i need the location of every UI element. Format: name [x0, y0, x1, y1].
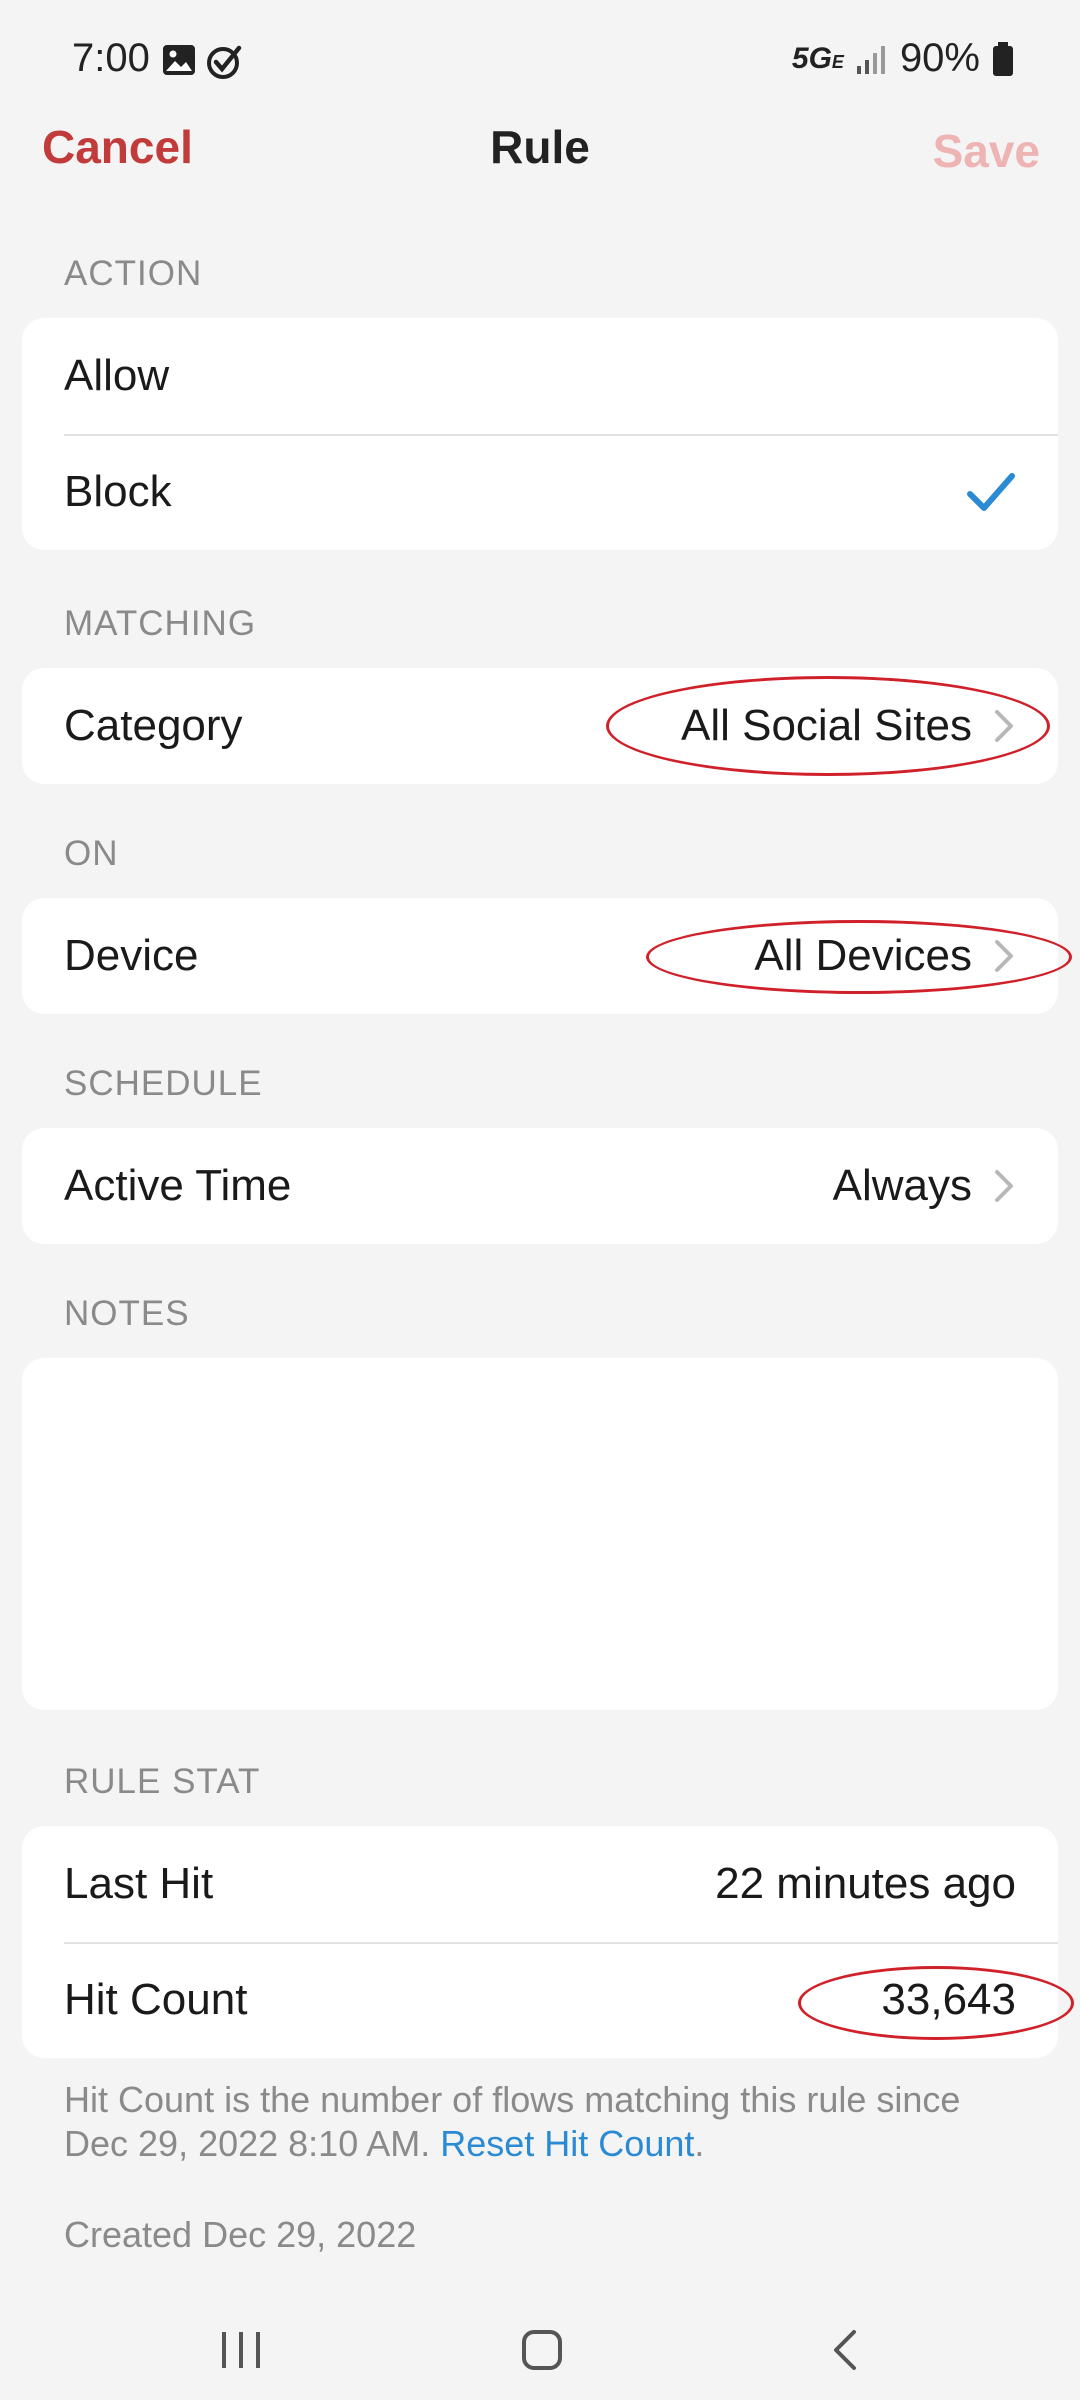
recents-icon[interactable]: [218, 2328, 264, 2372]
active-time-row[interactable]: Active Time Always: [22, 1128, 1058, 1244]
section-header-matching: MATCHING: [64, 604, 257, 643]
hit-count-value: 33,643: [881, 1975, 1016, 2024]
action-option-allow[interactable]: Allow: [22, 318, 1058, 434]
category-label: Category: [64, 701, 243, 750]
option-label: Allow: [64, 351, 170, 400]
network-indicator: 5GE: [791, 41, 844, 75]
hit-count-footnote: Hit Count is the number of flows matchin…: [64, 2078, 964, 2166]
active-time-value-group: Always: [833, 1161, 1016, 1211]
category-value-group: All Social Sites: [681, 701, 1016, 751]
section-header-notes: NOTES: [64, 1294, 190, 1333]
device-value-group: All Devices: [754, 931, 1016, 981]
signal-icon: [856, 45, 885, 74]
reset-hit-count-link[interactable]: Reset Hit Count: [440, 2123, 694, 2164]
category-value: All Social Sites: [680, 701, 972, 750]
on-card: Device All Devices: [22, 898, 1058, 1014]
battery-icon: [993, 41, 1013, 76]
last-hit-value: 22 minutes ago: [715, 1859, 1016, 1908]
active-time-label: Active Time: [64, 1161, 292, 1210]
chevron-right-icon: [995, 940, 1013, 972]
checkmark-icon: [967, 473, 1015, 511]
rule-screen: 7:00 5GE 90% Rule Cancel Save ACTION All…: [0, 0, 1080, 2400]
save-button[interactable]: Save: [933, 124, 1040, 178]
section-header-on: ON: [64, 834, 119, 873]
home-icon[interactable]: [520, 2328, 564, 2372]
gallery-icon: [163, 45, 195, 75]
hit-count-row: Hit Count 33,643: [22, 1942, 1058, 2058]
back-icon[interactable]: [828, 2328, 862, 2372]
last-hit-row: Last Hit 22 minutes ago: [22, 1826, 1058, 1942]
option-label: Block: [64, 467, 172, 516]
hit-count-label: Hit Count: [64, 1975, 248, 2024]
rule-stat-card: Last Hit 22 minutes ago Hit Count 33,643: [22, 1826, 1058, 2058]
battery-percent: 90%: [899, 36, 980, 80]
schedule-card: Active Time Always: [22, 1128, 1058, 1244]
cancel-button[interactable]: Cancel: [42, 120, 193, 174]
section-header-action: ACTION: [64, 254, 203, 293]
section-header-schedule: SCHEDULE: [64, 1064, 263, 1103]
active-time-value: Always: [832, 1161, 972, 1210]
footnote-end: .: [694, 2123, 705, 2164]
category-row[interactable]: Category All Social Sites: [22, 668, 1058, 784]
system-nav-bar: [0, 2300, 1080, 2400]
section-header-rule-stat: RULE STAT: [64, 1762, 261, 1801]
chevron-right-icon: [995, 710, 1013, 742]
matching-card: Category All Social Sites: [22, 668, 1058, 784]
check-circle-icon: [207, 45, 242, 79]
device-value: All Devices: [754, 931, 972, 980]
notes-field[interactable]: [22, 1358, 1058, 1710]
created-date: Created Dec 29, 2022: [64, 2214, 417, 2255]
chevron-right-icon: [995, 1170, 1013, 1202]
device-row[interactable]: Device All Devices: [22, 898, 1058, 1014]
action-card: Allow Block: [22, 318, 1058, 550]
action-option-block[interactable]: Block: [22, 434, 1058, 550]
device-label: Device: [64, 931, 199, 980]
status-time: 7:00: [72, 36, 150, 80]
status-bar: 7:00 5GE 90%: [0, 0, 1080, 120]
last-hit-label: Last Hit: [64, 1859, 214, 1908]
status-right: 5GE 90%: [792, 36, 1014, 81]
